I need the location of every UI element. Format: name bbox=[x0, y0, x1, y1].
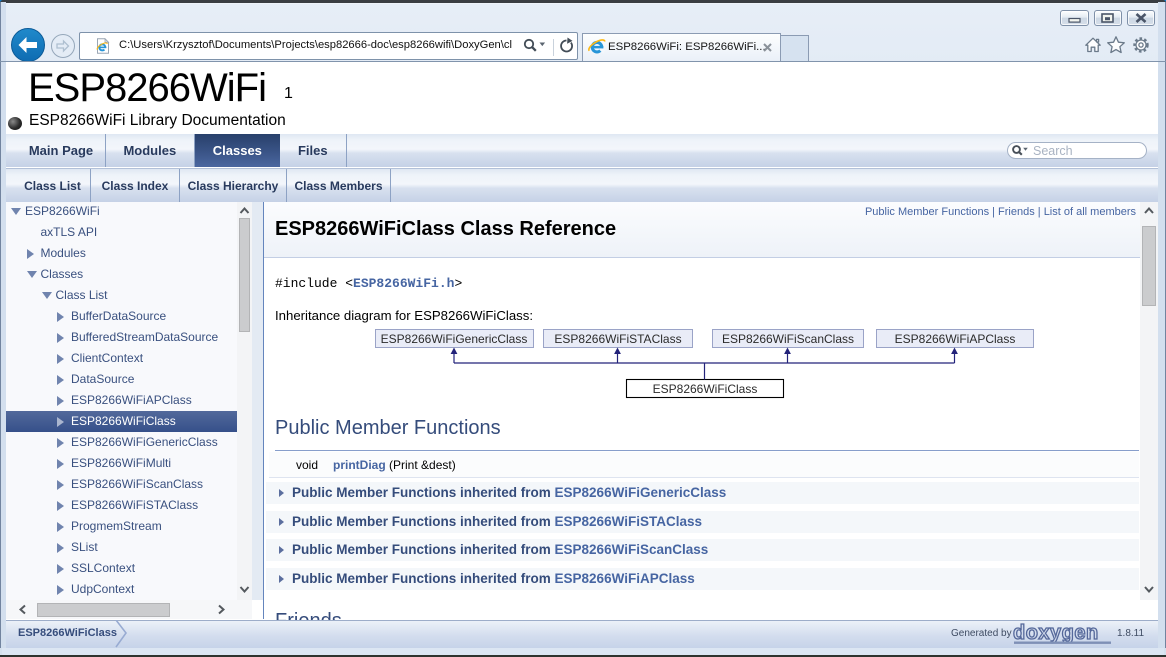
svg-text:ESP8266WiFiAPClass: ESP8266WiFiAPClass bbox=[895, 332, 1016, 346]
svg-text:ESP8266WiFiClass: ESP8266WiFiClass bbox=[653, 382, 758, 396]
svg-text:ESP8266WiFiGenericClass: ESP8266WiFiGenericClass bbox=[381, 332, 528, 346]
svg-text:ESP8266WiFiSTAClass: ESP8266WiFiSTAClass bbox=[554, 332, 681, 346]
svg-text:doxygen: doxygen bbox=[1013, 622, 1099, 644]
svg-text:ESP8266WiFiScanClass: ESP8266WiFiScanClass bbox=[722, 332, 854, 346]
